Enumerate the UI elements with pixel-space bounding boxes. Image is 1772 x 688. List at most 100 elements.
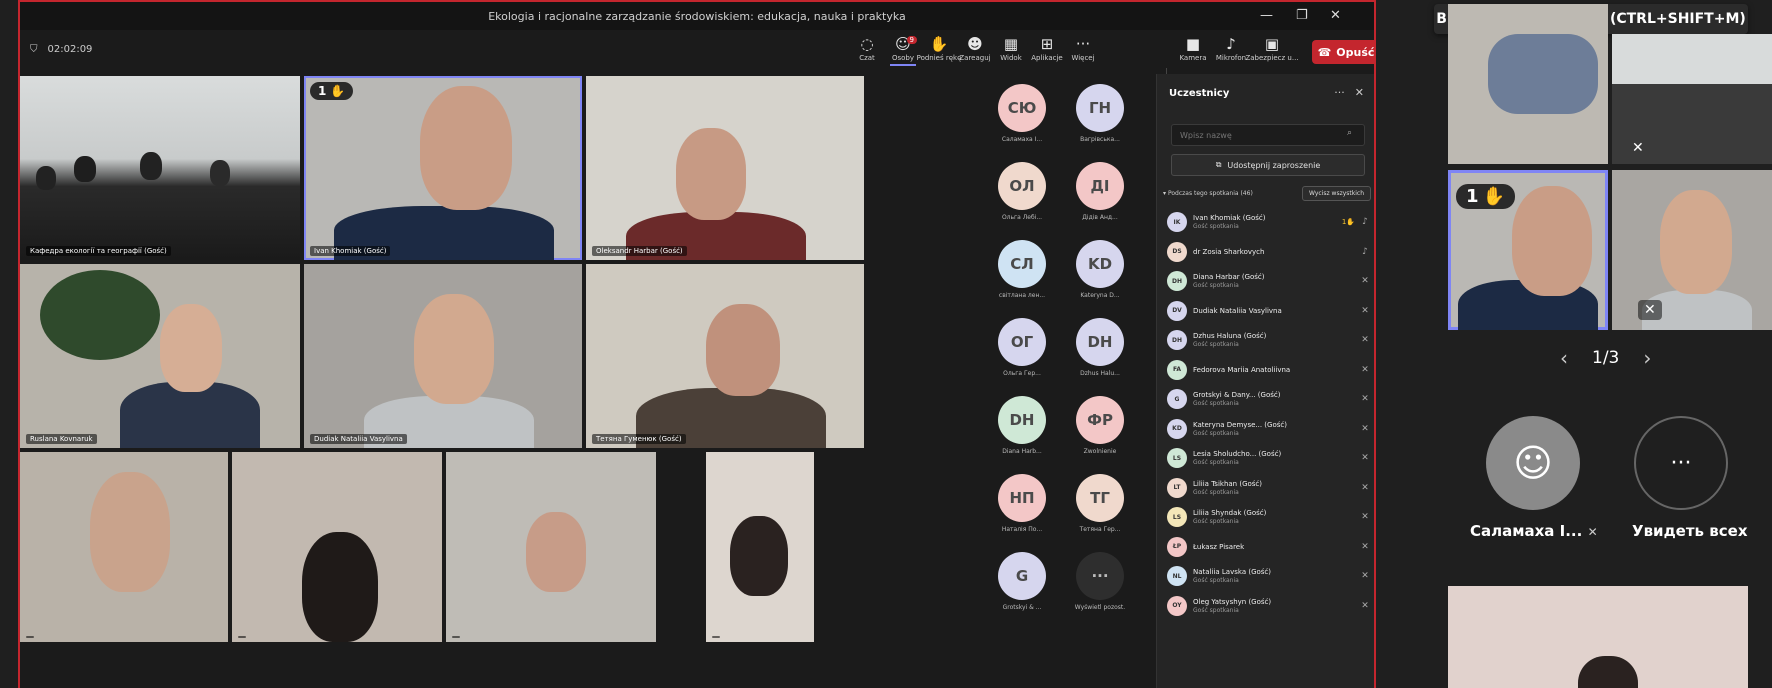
participant-name: dr Zosia Sharkovych xyxy=(1193,247,1265,256)
participant-row[interactable]: G Grotskyi & Dany... (Gość) Gość spotkania… xyxy=(1167,385,1371,413)
participant-row[interactable]: DS dr Zosia Sharkovych ♪ xyxy=(1167,238,1371,266)
mic-button[interactable]: ♪ Mikrofon xyxy=(1214,34,1248,62)
more-options-icon[interactable]: ··· xyxy=(1334,86,1345,99)
participant-row[interactable]: LS Liliia Shyndak (Gość) Gość spotkania ✕ xyxy=(1167,503,1371,531)
muted-mic-icon: ✕ xyxy=(1638,300,1662,320)
share-button[interactable]: ▣ Zabezpiecz u... xyxy=(1245,34,1298,62)
gallery-avatar[interactable]: KD Kateryna D... xyxy=(1070,240,1130,299)
gallery-avatar[interactable]: ФР Zwolnienie xyxy=(1070,396,1130,455)
close-window-icon[interactable]: ✕ xyxy=(1330,8,1341,23)
muted-mic-icon[interactable]: ✕ xyxy=(1359,365,1371,375)
muted-mic-icon[interactable]: ✕ xyxy=(1359,601,1371,611)
muted-mic-icon[interactable]: ✕ xyxy=(1359,276,1371,286)
participant-avatar: OY xyxy=(1167,595,1187,616)
video-tile-participant[interactable] xyxy=(20,452,228,642)
participants-group-header[interactable]: ▾ Podczas tego spotkania (46) Wycisz wsz… xyxy=(1163,186,1371,201)
react-button[interactable]: ☻ Zareaguj xyxy=(958,34,992,62)
muted-mic-icon[interactable]: ✕ xyxy=(1359,424,1371,434)
avatar-name: Тетяна Гер... xyxy=(1079,526,1121,533)
gallery-avatar[interactable]: СЛ світлана лен... xyxy=(992,240,1052,299)
gallery-avatar[interactable]: DH Dzhus Halu... xyxy=(1070,318,1130,377)
mute-all-button[interactable]: Wycisz wszystkich xyxy=(1302,186,1371,201)
apps-button[interactable]: ⊞ Aplikacje xyxy=(1030,34,1064,62)
muted-mic-icon[interactable]: ✕ xyxy=(1359,453,1371,463)
mini-video-tile[interactable] xyxy=(1448,4,1608,164)
close-panel-icon[interactable]: ✕ xyxy=(1355,86,1364,99)
microphone-icon[interactable]: ♪ xyxy=(1359,217,1371,227)
avatar-initials: СЮ xyxy=(998,84,1046,132)
mini-video-tile-dudiak-nataliia[interactable]: ✕ xyxy=(1612,170,1772,330)
participant-row[interactable]: DV Dudiak Nataliia Vasylivna ✕ xyxy=(1167,297,1371,325)
participant-name: Kateryna Demyse... (Gość) xyxy=(1193,420,1287,429)
muted-mic-icon[interactable]: ✕ xyxy=(1359,335,1371,345)
video-tile-tetiana-humeniuk[interactable]: Тетяна Гуменюк (Gość) xyxy=(586,264,864,448)
video-tile-oleksandr-harbar[interactable]: Oleksandr Harbar (Gość) xyxy=(586,76,864,260)
video-tile-ivan-khomiak[interactable]: 1 ✋ Ivan Khomiak (Gość) xyxy=(304,76,582,260)
participant-row[interactable]: FA Fedorova Mariia Anatoliivna ✕ xyxy=(1167,356,1371,384)
participant-avatar: LS xyxy=(1167,507,1187,527)
muted-mic-icon[interactable]: ✕ xyxy=(1359,483,1371,493)
view-button[interactable]: ▦ Widok xyxy=(994,34,1028,62)
restore-icon[interactable]: ❐ xyxy=(1296,8,1308,23)
mini-video-tile[interactable]: ✕ xyxy=(1612,34,1772,164)
participant-row[interactable]: NL Nataliia Lavska (Gość) Gość spotkania ✕ xyxy=(1167,562,1371,590)
video-tile-participant[interactable] xyxy=(232,452,442,642)
share-invite-button[interactable]: ⧉ Udostępnij zaproszenie xyxy=(1171,154,1365,176)
gallery-avatar[interactable]: СЮ Саламаха І... xyxy=(992,84,1052,143)
participant-text: Kateryna Demyse... (Gość) Gość spotkania xyxy=(1193,421,1359,437)
muted-mic-icon[interactable]: ✕ xyxy=(1359,571,1371,581)
participant-row[interactable]: DH Dzhus Haluna (Gość) Gość spotkania ✕ xyxy=(1167,326,1371,354)
video-tile-classroom[interactable]: Кафедра екології та географії (Gość) xyxy=(20,76,300,260)
raise-hand-button[interactable]: ✋ Podnieś rękę xyxy=(917,34,962,62)
avatar-initials: СЛ xyxy=(998,240,1046,288)
gallery-avatar[interactable]: DH Diana Harb... xyxy=(992,396,1052,455)
video-tile-dudiak-nataliia[interactable]: Dudiak Nataliia Vasylivna xyxy=(304,264,582,448)
camera-button[interactable]: ■ Kamera xyxy=(1176,34,1210,62)
participant-avatar: FA xyxy=(1167,359,1187,380)
see-all-button[interactable]: ··· xyxy=(1634,416,1728,510)
gallery-avatar[interactable]: ТГ Тетяна Гер... xyxy=(1070,474,1130,533)
gallery-avatar[interactable]: ··· Wyświetl pozost. xyxy=(1070,552,1130,611)
participant-row[interactable]: LS Lesia Sholudcho... (Gość) Gość spotkani… xyxy=(1167,444,1371,472)
mini-video-tile[interactable] xyxy=(1448,586,1748,688)
tile-name: Ivan Khomiak (Gość) xyxy=(310,246,391,256)
participant-row[interactable]: IK Ivan Khomiak (Gość) Gość spotkania 1✋ ♪ xyxy=(1167,208,1371,236)
self-avatar[interactable]: ☺ xyxy=(1486,416,1580,510)
person-silhouette xyxy=(74,156,96,182)
participant-name: Fedorova Mariia Anatoliivna xyxy=(1193,365,1291,374)
microphone-icon[interactable]: ♪ xyxy=(1359,247,1371,257)
more-button[interactable]: ··· Więcej xyxy=(1066,34,1100,62)
muted-mic-icon[interactable]: ✕ xyxy=(1359,394,1371,404)
video-tile-ruslana-kovnaruk[interactable]: Ruslana Kovnaruk xyxy=(20,264,300,448)
smile-icon: ☻ xyxy=(967,35,983,53)
leave-button[interactable]: ☎ Opuść xyxy=(1312,40,1374,64)
participant-row[interactable]: ŁP Łukasz Pisarek ✕ xyxy=(1167,533,1371,561)
gallery-avatar[interactable]: ОГ Ольга Гер... xyxy=(992,318,1052,377)
minimize-icon[interactable]: — xyxy=(1260,8,1273,23)
chevron-left-icon[interactable]: ‹ xyxy=(1560,346,1568,370)
avatar-initials: ··· xyxy=(1076,552,1124,600)
participant-search-input[interactable] xyxy=(1171,124,1365,146)
chevron-right-icon[interactable]: › xyxy=(1643,346,1651,370)
participant-row[interactable]: DH Diana Harbar (Gość) Gość spotkania ✕ xyxy=(1167,267,1371,295)
participant-row[interactable]: LT Liliia Tsikhan (Gość) Gość spotkania ✕ xyxy=(1167,474,1371,502)
gallery-avatar[interactable]: ГН Вагрівська... xyxy=(1070,84,1130,143)
gallery-avatar[interactable]: НП Наталія По... xyxy=(992,474,1052,533)
gallery-avatar[interactable]: ОЛ Ольга Лебі... xyxy=(992,162,1052,221)
gallery-avatar[interactable]: ДІ Дідів Анд... xyxy=(1070,162,1130,221)
video-tile-participant[interactable] xyxy=(446,452,656,642)
raised-hand-badge: 1 ✋ xyxy=(1456,184,1515,209)
muted-mic-icon[interactable]: ✕ xyxy=(1359,542,1371,552)
mini-video-tile-ivan-khomiak[interactable]: 1 ✋ xyxy=(1448,170,1608,330)
participant-row[interactable]: KD Kateryna Demyse... (Gość) Gość spotkani… xyxy=(1167,415,1371,443)
muted-mic-icon[interactable]: ✕ xyxy=(1359,512,1371,522)
chat-button[interactable]: ◌ Czat xyxy=(850,34,884,62)
participant-row[interactable]: OY Oleg Yatsyshyn (Gość) Gość spotkania ✕ xyxy=(1167,592,1371,620)
person-face xyxy=(706,304,780,396)
gallery-avatar[interactable]: G Grotskyi & ... xyxy=(992,552,1052,611)
video-tile-participant[interactable] xyxy=(706,452,814,642)
muted-mic-icon[interactable]: ✕ xyxy=(1359,306,1371,316)
participant-name: Lesia Sholudcho... (Gość) xyxy=(1193,450,1282,458)
shield-icon: ⛉ xyxy=(30,44,38,55)
people-button[interactable]: ☺ 9 Osoby xyxy=(886,34,920,66)
